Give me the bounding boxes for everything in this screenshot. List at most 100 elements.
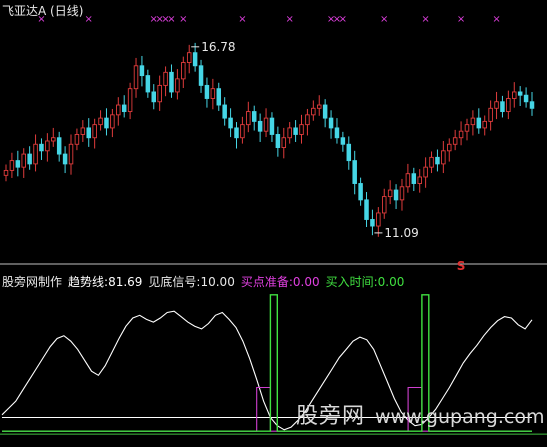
candle-body	[482, 120, 487, 129]
candle-body	[210, 88, 216, 99]
watermark-url: www.gupang.com	[375, 406, 545, 428]
annotations-group: 16.78 11.09 S	[191, 40, 465, 273]
candle-body	[169, 71, 174, 93]
candle-body	[246, 111, 251, 126]
candle-body	[470, 117, 476, 126]
candle-body	[458, 130, 464, 139]
cross-marker-icon: ×	[85, 14, 93, 25]
cross-marker-icon: ×	[492, 14, 500, 25]
candle-body	[370, 219, 375, 227]
high-label: 16.78	[201, 40, 235, 54]
cross-marker-icon: ×	[421, 14, 429, 25]
candle-body	[251, 111, 257, 122]
cross-marker-icon: ×	[179, 14, 187, 25]
candle-body	[133, 65, 139, 90]
chart-title: 飞亚达A (日线)	[2, 2, 83, 19]
candle-body	[358, 183, 363, 201]
candle-body	[328, 117, 334, 129]
prep-legend: 买点准备:0.00	[241, 275, 320, 289]
candle-body	[287, 127, 292, 139]
chart-canvas: × × ×××× × × × ××× × × × × 16.7811.09S	[0, 14, 547, 435]
candle-body	[116, 104, 121, 116]
candle-body	[476, 117, 482, 129]
chart-window: × × × × × × × × × × × × × × × × 16.78 11.09 S 飞亚达A (日线) 股…	[0, 0, 547, 447]
candle-body	[186, 52, 192, 63]
trend-value: 81.69	[108, 275, 143, 289]
candle-body	[175, 78, 180, 93]
candle-body	[411, 173, 417, 184]
candle-body	[163, 71, 168, 86]
candle-body	[346, 143, 352, 162]
candle-body	[269, 117, 275, 135]
candle-body	[68, 143, 74, 165]
stock-name: 飞亚达A	[2, 4, 47, 18]
bottom-label: 见底信号:	[148, 275, 201, 289]
candle-body	[257, 120, 263, 132]
prep-label: 买点准备:	[240, 275, 293, 289]
candle-body	[198, 65, 204, 86]
candle-body	[181, 62, 186, 80]
candle-body	[376, 212, 381, 227]
bottom-legend: 见底信号:10.00	[148, 275, 234, 289]
candle-body	[263, 117, 269, 132]
candle-body	[340, 137, 346, 145]
candle-body	[387, 189, 393, 198]
candle-body	[56, 137, 62, 155]
cross-marker-icon: ×	[167, 14, 175, 25]
candle-body	[222, 104, 227, 119]
markers-group: × × ×××× × × × ××× × × × ×	[37, 14, 500, 25]
candle-body	[316, 104, 322, 109]
candle-body	[512, 91, 517, 99]
candle-body	[529, 101, 535, 109]
candle-body	[45, 140, 50, 152]
period-label: (日线)	[50, 4, 84, 18]
candle-body	[192, 52, 198, 67]
candle-body	[216, 88, 222, 106]
candle-body	[393, 189, 399, 201]
candle-body	[127, 88, 133, 113]
candle-body	[80, 127, 86, 135]
candle-body	[322, 104, 328, 119]
candle-body	[364, 199, 369, 220]
candle-body	[441, 150, 446, 165]
candle-body	[9, 160, 15, 171]
candle-body	[299, 124, 304, 135]
candle-body	[311, 107, 316, 116]
low-label: 11.09	[384, 226, 418, 240]
candle-body	[204, 84, 210, 99]
candle-body	[27, 153, 32, 165]
candle-body	[399, 186, 405, 201]
trend-label: 趋势线:	[68, 275, 109, 289]
candle-body	[104, 117, 109, 129]
candle-body	[33, 143, 38, 165]
candle-body	[39, 143, 44, 152]
buy-legend: 买入时间:0.00	[326, 275, 405, 289]
candle-body	[305, 114, 310, 126]
indicator-name: 股旁网制作	[2, 275, 63, 289]
candle-body	[281, 137, 287, 148]
cross-marker-icon: ×	[457, 14, 465, 25]
candle-body	[523, 94, 529, 103]
candle-body	[240, 124, 245, 139]
candle-body	[51, 137, 56, 142]
candle-body	[423, 166, 428, 178]
candle-body	[417, 176, 422, 184]
candle-body	[464, 124, 470, 132]
cross-marker-icon: ×	[238, 14, 246, 25]
candle-body	[139, 65, 145, 77]
sell-signal-label: S	[457, 259, 466, 273]
candle-body	[157, 84, 162, 103]
candle-body	[3, 169, 9, 176]
candle-body	[517, 91, 523, 96]
candle-body	[435, 156, 440, 165]
prep-value: 0.00	[292, 275, 320, 289]
candle-body	[488, 107, 493, 122]
candle-body	[334, 127, 340, 139]
candle-body	[275, 134, 281, 148]
candle-body	[352, 160, 357, 184]
candle-body	[228, 117, 233, 129]
candles-group	[3, 42, 535, 237]
candle-body	[506, 98, 511, 113]
candle-body	[429, 156, 434, 168]
candle-body	[293, 127, 298, 135]
